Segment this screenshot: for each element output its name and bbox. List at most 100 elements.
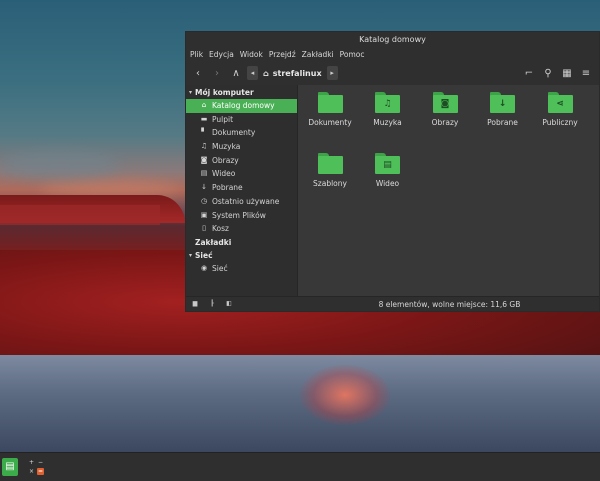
arrow-right-icon: ›: [215, 67, 219, 79]
folder-music-icon: ♫: [375, 92, 400, 113]
sidebar-item[interactable]: ♫ Muzyka: [186, 140, 297, 154]
download-icon: ↓: [201, 183, 207, 192]
menu-edit[interactable]: Edycja: [209, 50, 234, 59]
menu-go[interactable]: Przejdź: [269, 50, 296, 59]
status-text: 8 elementów, wolne miejsce: 11,6 GB: [378, 299, 521, 309]
back-button[interactable]: ‹: [190, 65, 206, 81]
sidebar-item-label: System Plików: [212, 210, 266, 220]
calculator-icon: +: [28, 459, 35, 466]
network-icon: ◉: [200, 263, 208, 272]
folder-item[interactable]: ⋖ Publiczny: [532, 92, 588, 127]
sidebar-section-label: Sieć: [195, 250, 213, 260]
drive-icon: ▣: [200, 210, 208, 219]
sidebar-section-label: Mój komputer: [195, 88, 254, 97]
icon-view-button[interactable]: ▦: [559, 65, 575, 81]
folder-documents-icon: [317, 92, 343, 113]
music-icon: ♫: [200, 142, 208, 151]
search-icon: ⚲: [544, 67, 552, 79]
sidebar-item-label: Muzyka: [212, 142, 241, 152]
breadcrumb-left-button[interactable]: ◂: [247, 66, 258, 80]
sidebar-item[interactable]: ◷ Ostatnio używane: [186, 195, 297, 209]
up-button[interactable]: ∧: [228, 65, 244, 81]
sidebar-section-header[interactable]: ▾Zakładki: [186, 236, 297, 249]
folder-icon: ▆: [192, 300, 198, 307]
sidebar-item-label: Wideo: [212, 169, 236, 179]
folder-item[interactable]: Szablony: [302, 153, 358, 188]
breadcrumb-right-button[interactable]: ▸: [326, 66, 338, 80]
sidebar-item[interactable]: ↓ Pobrane: [186, 181, 297, 195]
spreadsheet-app-button[interactable]: ▤: [2, 458, 18, 476]
folder-label: Obrazy: [431, 118, 459, 127]
location-toggle-button[interactable]: ⌐: [521, 65, 537, 81]
caret-right-icon: ▸: [330, 69, 334, 77]
sidebar-item[interactable]: ▬ Pulpit: [186, 113, 297, 127]
file-grid: Dokumenty ♫ Muzyka ◙ Obrazy ↓ Pobrane ⋖ Publiczn…: [298, 85, 599, 297]
sidebar-item[interactable]: ◙ Obrazy: [186, 154, 297, 168]
arrow-left-icon: ‹: [196, 67, 200, 79]
tree-toggle-button[interactable]: ┠: [206, 299, 218, 309]
chevron-down-icon: ▾: [189, 89, 193, 96]
forward-button[interactable]: ›: [209, 65, 225, 81]
list-icon: ≡: [581, 67, 591, 79]
camera-icon: ◙: [200, 155, 208, 164]
folder-item[interactable]: ♫ Muzyka: [360, 92, 416, 127]
film-icon: ▤: [200, 169, 208, 178]
sidebar-item[interactable]: ▣ System Plików: [186, 209, 297, 223]
folder-item[interactable]: ▤ Wideo: [360, 153, 416, 188]
arrow-up-icon: ∧: [232, 67, 240, 79]
list-view-button[interactable]: ≡: [578, 65, 594, 81]
folder-video-icon: ▤: [375, 153, 400, 174]
folder-download-icon: ↓: [490, 92, 515, 113]
edit-path-icon: ⌐: [524, 67, 534, 79]
sidebar-item-label: Obrazy: [212, 155, 239, 165]
folder-label: Szablony: [313, 179, 347, 188]
breadcrumb-current[interactable]: ⌂ strefalinux: [258, 66, 327, 80]
chevron-down-icon: ▾: [189, 251, 193, 259]
folder-label: Wideo: [375, 179, 400, 188]
menu-bookmarks[interactable]: Zakładki: [302, 50, 334, 59]
search-button[interactable]: ⚲: [540, 65, 556, 81]
folder-label: Muzyka: [373, 118, 402, 127]
file-manager-window: Katalog domowy Plik Edycja Widok Przejdź…: [185, 31, 600, 312]
grid-icon: ▦: [562, 67, 572, 79]
folder-templates-icon: [317, 153, 343, 174]
window-title: Katalog domowy: [186, 32, 599, 48]
sidebar-item-label: Sieć: [212, 263, 228, 273]
toolbar: ‹ › ∧ ◂ ⌂ strefalinux ▸ ⌐ ⚲ ▦ ≡: [186, 61, 599, 86]
menu-bar: Plik Edycja Widok Przejdź Zakładki Pomoc: [186, 48, 599, 61]
desktop-icon: ▬: [200, 114, 208, 123]
places-toggle-button[interactable]: ▆: [189, 299, 201, 309]
caret-left-icon: ◂: [250, 69, 255, 77]
sidebar-section-header[interactable]: ▾ Sieć: [186, 249, 297, 262]
folder-label: Dokumenty: [308, 118, 352, 127]
menu-file[interactable]: Plik: [190, 50, 203, 59]
sidebar-item[interactable]: ◉ Sieć: [186, 262, 297, 276]
folder-share-icon: ⋖: [547, 92, 573, 113]
folder-item[interactable]: ↓ Pobrane: [475, 92, 531, 127]
trash-icon: ▯: [202, 224, 206, 233]
menu-view[interactable]: Widok: [240, 50, 263, 59]
folder-item[interactable]: Dokumenty: [302, 92, 358, 127]
sidebar-item-label: Dokumenty: [212, 128, 256, 138]
sidebar-item-label: Kosz: [212, 224, 229, 234]
folder-item[interactable]: ◙ Obrazy: [417, 92, 473, 127]
sidebar-item[interactable]: ▤ Wideo: [186, 167, 297, 181]
home-icon: ⌂: [263, 68, 269, 78]
sidebar-item-label: Ostatnio używane: [212, 196, 280, 206]
sidebar-item[interactable]: ▘ Dokumenty: [186, 126, 297, 140]
sidebar-icon: ◧: [226, 300, 232, 307]
taskbar: ▤ + − × =: [0, 452, 600, 481]
clock-icon: ◷: [200, 196, 208, 205]
menu-help[interactable]: Pomoc: [340, 50, 365, 59]
calculator-app-button[interactable]: + − × =: [28, 457, 46, 477]
sidebar-section-header[interactable]: ▾ Mój komputer: [186, 86, 297, 99]
sidebar: ▾ Mój komputer ⌂ Katalog domowy ▬ Pulpit ▘ Doku…: [186, 85, 298, 298]
folder-label: Publiczny: [542, 118, 578, 127]
sidebar-item-label: Katalog domowy: [212, 101, 275, 110]
hide-sidebar-button[interactable]: ◧: [223, 299, 235, 309]
folder-label: Pobrane: [487, 118, 518, 127]
sidebar-item[interactable]: ⌂ Katalog domowy: [186, 99, 297, 113]
status-bar: ▆ ┠ ◧ 8 elementów, wolne miejsce: 11,6 G…: [186, 296, 599, 311]
sidebar-item[interactable]: ▯ Kosz: [186, 222, 297, 236]
sidebar-section-label: Zakładki: [195, 237, 232, 247]
